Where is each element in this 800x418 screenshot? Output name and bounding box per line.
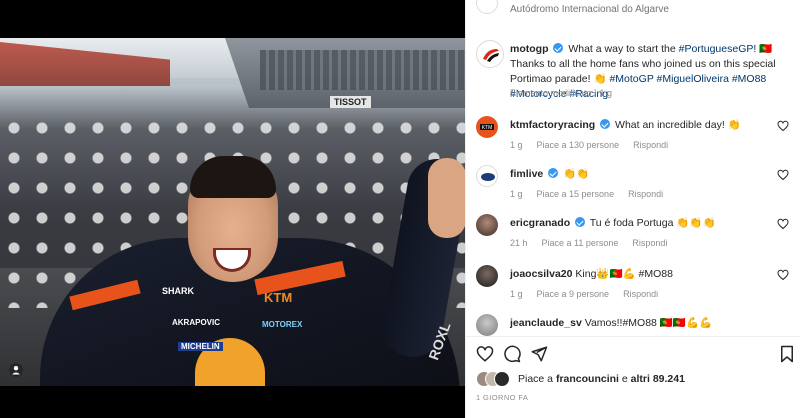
heart-icon[interactable] (476, 345, 494, 363)
comment-username[interactable]: joaocsilva20 (510, 268, 572, 280)
comment-likes[interactable]: Piace a 9 persone (537, 289, 610, 299)
comment-avatar[interactable]: KTM (476, 116, 498, 138)
fim-logo-icon (481, 173, 495, 181)
verified-badge-icon (548, 168, 559, 178)
comment-item: joaocsilva20 King👑🇵🇹💪 #MO88 1 g Piace a 9… (476, 265, 800, 315)
motogp-avatar[interactable] (476, 40, 504, 68)
verified-badge-icon (553, 43, 564, 53)
photo-rider-hand (428, 158, 465, 238)
comment-reply[interactable]: Rispondi (628, 189, 663, 199)
caption-emoji: 👏 (593, 73, 607, 85)
comment-text: jeanclaude_sv Vamos!!#MO88 🇵🇹🇵🇹💪💪 (510, 316, 780, 330)
comment-text: fimlive 👏👏 (510, 167, 780, 181)
caption-edited-meta: Elemento modificato · 1 g (510, 88, 613, 98)
photo-grandstand-seats (260, 50, 465, 90)
comment-item: fimlive 👏👏 1 g Piace a 15 persone Rispondi (476, 165, 800, 215)
comment-avatar[interactable] (476, 214, 498, 236)
motogp-logo-icon (478, 42, 503, 67)
comment-reply[interactable]: Rispondi (633, 140, 668, 150)
comment-age: 1 g (510, 189, 523, 199)
comment-text: ericgranado Tu é foda Portuga 👏👏👏 (510, 216, 780, 230)
photo-sponsor-motorex: MOTOREX (262, 320, 303, 329)
comment-body: Tu é foda Portuga 👏👏👏 (589, 217, 716, 229)
comment-meta: 1 g Piace a 130 persone Rispondi (510, 140, 682, 150)
comment-heart-icon[interactable] (777, 120, 789, 132)
comment-meta: 1 g Piace a 15 persone Rispondi (510, 189, 677, 199)
likes-text: Piace a francouncini e altri 89.241 (518, 373, 685, 385)
comment-item: KTM ktmfactoryracing What an incredible … (476, 116, 800, 166)
photo-sponsor-shark: SHARK (162, 286, 195, 296)
comment-age: 21 h (510, 238, 528, 248)
comment-likes[interactable]: Piace a 15 persone (537, 189, 615, 199)
caption-username[interactable]: motogp (510, 43, 549, 55)
comment-body: King👑🇵🇹💪 #MO88 (575, 268, 673, 280)
post-date[interactable]: 1 GIORNO FA (476, 393, 528, 402)
likes-others-count[interactable]: altri 89.241 (631, 373, 685, 385)
comment-body: Vamos!!#MO88 🇵🇹🇵🇹💪💪 (584, 317, 713, 329)
share-icon[interactable] (530, 345, 548, 363)
comment-text: ktmfactoryracing What an incredible day!… (510, 118, 780, 132)
verified-badge-icon (600, 119, 611, 129)
comment-item: jeanclaude_sv Vamos!!#MO88 🇵🇹🇵🇹💪💪 (476, 314, 800, 336)
likers-avatars[interactable] (476, 371, 516, 387)
verified-badge-icon (575, 217, 586, 227)
likes-suffix: e (621, 373, 628, 385)
post-photo[interactable]: TISSOT SHARK KTM AKRAPOVIC MOTOREX MICHE… (0, 38, 465, 386)
photo-sponsor-ktm: KTM (264, 290, 293, 305)
comment-likes[interactable]: Piace a 130 persone (537, 140, 620, 150)
caption-hashtag-portuguesegp[interactable]: #PortugueseGP! (679, 43, 757, 55)
comment-heart-icon[interactable] (777, 169, 789, 181)
post-actions: Piace a francouncini e altri 89.241 1 GI… (466, 336, 800, 418)
comment-likes[interactable]: Piace a 11 persone (542, 238, 619, 248)
comment-icon[interactable] (503, 345, 521, 363)
comment-username[interactable]: fimlive (510, 168, 543, 180)
likes-prefix: Piace a (518, 373, 554, 385)
caption-flag: 🇵🇹 (759, 43, 773, 55)
ktm-logo-icon: KTM (480, 124, 494, 131)
comment-username[interactable]: jeanclaude_sv (510, 317, 582, 329)
caption-text-1: What a way to start the (568, 43, 676, 55)
post-location[interactable]: Autódromo Internacional do Algarve (510, 4, 669, 15)
comment-meta: 21 h Piace a 11 persone Rispondi (510, 238, 681, 248)
photo-banner-tissot: TISSOT (330, 96, 371, 108)
header-avatar[interactable] (476, 0, 498, 14)
comment-reply[interactable]: Rispondi (632, 238, 667, 248)
comment-age: 1 g (510, 140, 523, 150)
comment-heart-icon[interactable] (777, 269, 789, 281)
comment-avatar[interactable] (476, 265, 498, 287)
bookmark-icon[interactable] (778, 345, 796, 363)
post-image-area: TISSOT SHARK KTM AKRAPOVIC MOTOREX MICHE… (0, 0, 465, 418)
user-tag-icon[interactable] (9, 363, 23, 377)
comment-username[interactable]: ktmfactoryracing (510, 119, 595, 131)
post-side-panel: Autódromo Internacional do Algarve motog… (465, 0, 800, 418)
photo-sponsor-akrapovic: AKRAPOVIC (172, 318, 221, 327)
photo-sponsor-michelin: MICHELIN (178, 342, 223, 351)
comment-body: What an incredible day! 👏 (615, 119, 741, 131)
comment-avatar[interactable] (476, 165, 498, 187)
comment-username[interactable]: ericgranado (510, 217, 570, 229)
comment-heart-icon[interactable] (777, 218, 789, 230)
likes-first-user[interactable]: francouncini (556, 373, 619, 385)
comment-item: ericgranado Tu é foda Portuga 👏👏👏 21 h Pi… (476, 214, 800, 264)
comment-meta: 1 g Piace a 9 persone Rispondi (510, 289, 672, 299)
liker-avatar (494, 371, 510, 387)
svg-text:KTM: KTM (482, 125, 493, 131)
comment-age: 1 g (510, 289, 523, 299)
comment-body: 👏👏 (563, 168, 590, 180)
comment-avatar[interactable] (476, 314, 498, 336)
comment-reply[interactable]: Rispondi (623, 289, 658, 299)
likes-summary: Piace a francouncini e altri 89.241 (476, 371, 796, 387)
comment-text: joaocsilva20 King👑🇵🇹💪 #MO88 (510, 267, 780, 281)
photo-rider-hair (190, 156, 276, 198)
